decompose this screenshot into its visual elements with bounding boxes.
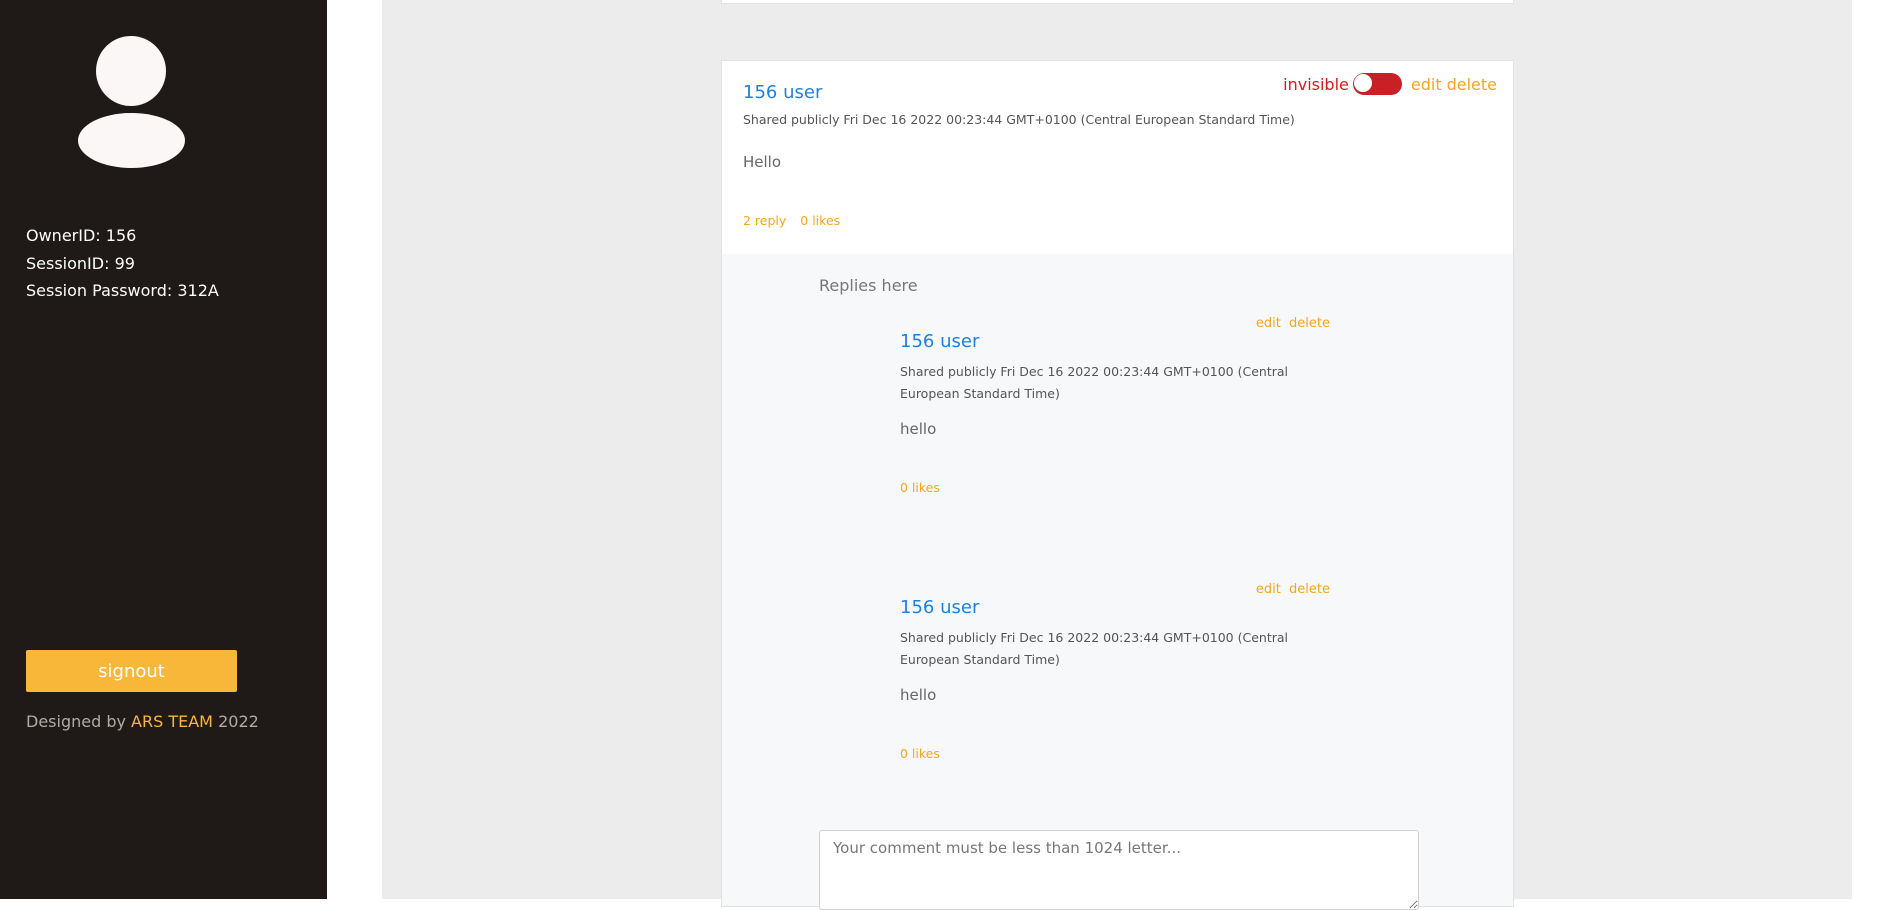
post-likes-link[interactable]: 0 likes xyxy=(800,213,840,228)
avatar-body-shape xyxy=(78,113,185,168)
visibility-label: invisible xyxy=(1283,74,1349,94)
reply-meta: Shared publicly Fri Dec 16 2022 00:23:44… xyxy=(900,364,1288,401)
post-stats: 2 reply 0 likes xyxy=(743,213,850,228)
edit-reply-link[interactable]: edit xyxy=(1256,316,1281,331)
main-area: invisible edit delete 156 user Shared pu… xyxy=(327,0,1894,910)
reply-likes-link[interactable]: 0 likes xyxy=(900,480,940,495)
reply-item: edit delete 156 user Shared publicly Fri… xyxy=(900,582,1330,772)
post-author-link[interactable]: 156 user xyxy=(743,82,822,103)
reply-likes-link[interactable]: 0 likes xyxy=(900,746,940,761)
reply-meta: Shared publicly Fri Dec 16 2022 00:23:44… xyxy=(900,630,1288,667)
previous-post-card xyxy=(721,0,1514,4)
reply-author-link[interactable]: 156 user xyxy=(900,331,979,352)
avatar-head-shape xyxy=(96,36,166,106)
post-card: invisible edit delete 156 user Shared pu… xyxy=(721,60,1514,910)
delete-reply-link[interactable]: delete xyxy=(1289,582,1330,597)
replies-title: Replies here xyxy=(819,276,918,295)
delete-reply-link[interactable]: delete xyxy=(1289,316,1330,331)
avatar-icon xyxy=(78,36,185,168)
post-actions: invisible edit delete xyxy=(1283,73,1497,95)
sidebar: OwnerID: 156 SessionID: 99 Session Passw… xyxy=(0,0,327,899)
visibility-toggle[interactable] xyxy=(1352,73,1402,95)
credit-prefix: Designed by xyxy=(26,712,126,731)
reply-body: hello xyxy=(900,686,937,704)
reply-actions: edit delete xyxy=(1252,316,1330,331)
session-password: Session Password: 312A xyxy=(26,281,219,300)
post-meta: Shared publicly Fri Dec 16 2022 00:23:44… xyxy=(743,112,1295,127)
edit-reply-link[interactable]: edit xyxy=(1256,582,1281,597)
toggle-knob xyxy=(1353,74,1372,92)
reply-author-link[interactable]: 156 user xyxy=(900,597,979,618)
credit-footer: Designed by ARS TEAM 2022 xyxy=(26,712,259,731)
edit-post-link[interactable]: edit xyxy=(1411,75,1442,94)
reply-body: hello xyxy=(900,420,937,438)
replies-section: Replies here edit delete 156 user Shared… xyxy=(722,254,1513,910)
credit-year: 2022 xyxy=(218,712,259,731)
owner-id: OwnerID: 156 xyxy=(26,226,137,245)
post-feed: invisible edit delete 156 user Shared pu… xyxy=(382,0,1852,910)
credit-team-link[interactable]: ARS TEAM xyxy=(131,712,213,731)
delete-post-link[interactable]: delete xyxy=(1447,75,1497,94)
signout-button[interactable]: signout xyxy=(26,650,237,692)
session-info: OwnerID: 156 SessionID: 99 Session Passw… xyxy=(26,222,219,305)
session-id: SessionID: 99 xyxy=(26,253,135,273)
post-body: Hello xyxy=(743,153,782,171)
reply-count-link[interactable]: 2 reply xyxy=(743,213,786,228)
comment-input[interactable] xyxy=(819,830,1419,910)
reply-actions: edit delete xyxy=(1252,582,1330,597)
reply-item: edit delete 156 user Shared publicly Fri… xyxy=(900,316,1330,506)
